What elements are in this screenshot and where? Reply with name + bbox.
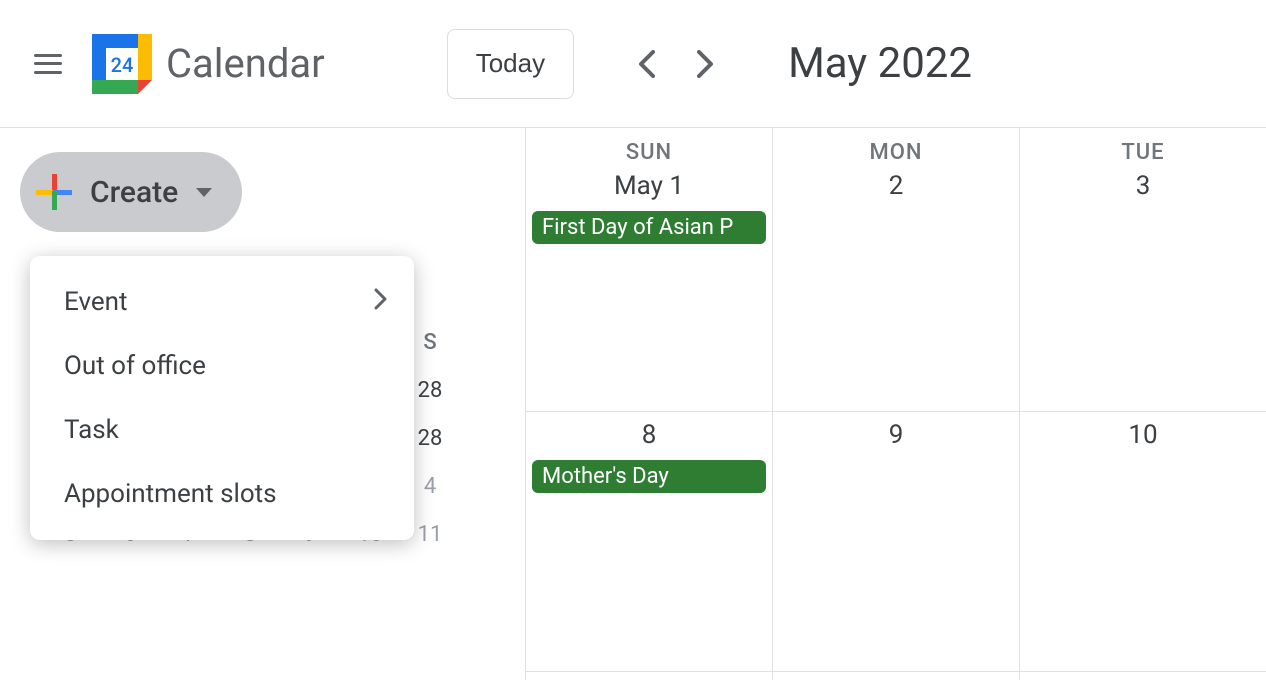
chevron-right-icon — [374, 287, 388, 317]
create-button-label: Create — [90, 175, 178, 210]
day-number: 2 — [773, 165, 1019, 207]
hamburger-icon — [34, 54, 62, 74]
today-button[interactable]: Today — [447, 29, 574, 99]
day-cell[interactable]: 9 — [773, 412, 1019, 672]
create-menu-item[interactable]: Task — [30, 398, 414, 462]
chevron-down-icon — [196, 188, 212, 197]
day-number: 10 — [1020, 412, 1266, 456]
day-cell[interactable]: 10 — [1020, 412, 1266, 672]
menu-item-label: Event — [64, 287, 128, 317]
menu-item-label: Task — [64, 415, 119, 445]
day-cell[interactable]: MON2 — [773, 128, 1019, 412]
current-month-label: May 2022 — [788, 39, 972, 88]
dow-header: SUN — [526, 128, 772, 165]
day-cell[interactable]: 8 Mother's Day — [526, 412, 772, 672]
svg-text:24: 24 — [111, 53, 134, 77]
day-column: TUE310 — [1020, 128, 1266, 680]
dow-header: MON — [773, 128, 1019, 165]
calendar-logo-icon: 24 — [92, 34, 152, 94]
create-menu-item[interactable]: Out of office — [30, 334, 414, 398]
day-number: 9 — [773, 412, 1019, 456]
app-logo-title: 24 Calendar — [92, 34, 325, 94]
day-column: MON29 — [773, 128, 1020, 680]
menu-item-label: Out of office — [64, 351, 206, 381]
day-number: 3 — [1020, 165, 1266, 207]
create-button[interactable]: Create — [20, 152, 242, 232]
prev-month-button[interactable] — [626, 44, 666, 84]
plus-icon — [36, 174, 72, 210]
event-chip[interactable]: Mother's Day — [532, 460, 766, 493]
day-number: May 1 — [526, 165, 772, 207]
day-cell[interactable]: SUNMay 1 First Day of Asian P — [526, 128, 772, 412]
main-menu-button[interactable] — [24, 40, 72, 88]
month-nav — [626, 44, 726, 84]
day-number: 8 — [526, 412, 772, 456]
menu-item-label: Appointment slots — [64, 479, 277, 509]
dow-header: TUE — [1020, 128, 1266, 165]
header: 24 Calendar Today May 2022 — [0, 0, 1266, 128]
event-chip[interactable]: First Day of Asian P — [532, 211, 766, 244]
create-menu-item[interactable]: Event — [30, 270, 414, 334]
day-column: SUNMay 1 First Day of Asian P 8 Mother's Da… — [526, 128, 773, 680]
app-title: Calendar — [166, 40, 325, 87]
next-month-button[interactable] — [686, 44, 726, 84]
create-menu-item[interactable]: Appointment slots — [30, 462, 414, 526]
sidebar: Create SMTWTFS 7142128222324252627282930… — [0, 128, 525, 680]
create-menu-popup: Event Out of office Task Appointment slots — [30, 256, 414, 540]
day-cell[interactable]: TUE3 — [1020, 128, 1266, 412]
calendar-grid: SUNMay 1 First Day of Asian P 8 Mother's Da… — [525, 128, 1266, 680]
